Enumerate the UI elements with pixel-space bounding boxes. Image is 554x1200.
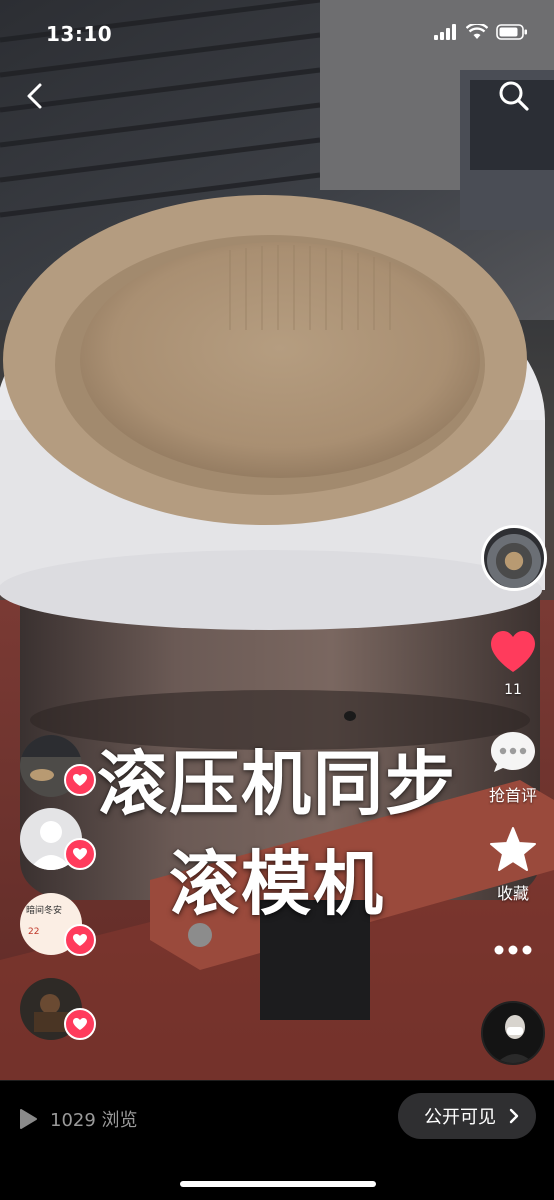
back-icon: [27, 83, 42, 109]
more-button[interactable]: [473, 938, 553, 966]
video-caption-line-2: 滚模机: [169, 843, 385, 925]
search-icon: [499, 81, 529, 111]
video-caption-line-1: 滚压机同步: [97, 743, 457, 825]
visibility-button[interactable]: 公开可见: [398, 1093, 536, 1139]
play-icon: [20, 1109, 37, 1129]
bottom-divider: [0, 1080, 554, 1081]
heart-icon: [491, 631, 535, 672]
music-disc[interactable]: [481, 525, 547, 591]
like-button[interactable]: 11: [473, 630, 553, 698]
heart-icon: [73, 1018, 87, 1030]
author-avatar[interactable]: [481, 1001, 545, 1065]
wifi-icon: [466, 24, 488, 39]
status-icons: [434, 24, 528, 40]
back-button[interactable]: [18, 78, 54, 114]
viewer-like-badge-4: [64, 1008, 96, 1040]
views-count: 1029 浏览: [50, 1110, 138, 1131]
views-stat[interactable]: 1029 浏览: [18, 1106, 138, 1132]
visibility-label: 公开可见: [424, 1107, 496, 1128]
chevron-right-icon: [509, 1108, 519, 1124]
battery-icon: [496, 24, 527, 40]
more-icon: [494, 945, 532, 955]
status-time: 13:10: [46, 22, 113, 46]
heart-icon: [73, 934, 87, 946]
status-bar: 13:10: [0, 0, 554, 70]
signal-icon: [434, 24, 456, 40]
like-count: 11: [504, 682, 522, 698]
search-button[interactable]: [496, 78, 532, 114]
home-indicator[interactable]: [180, 1181, 376, 1187]
